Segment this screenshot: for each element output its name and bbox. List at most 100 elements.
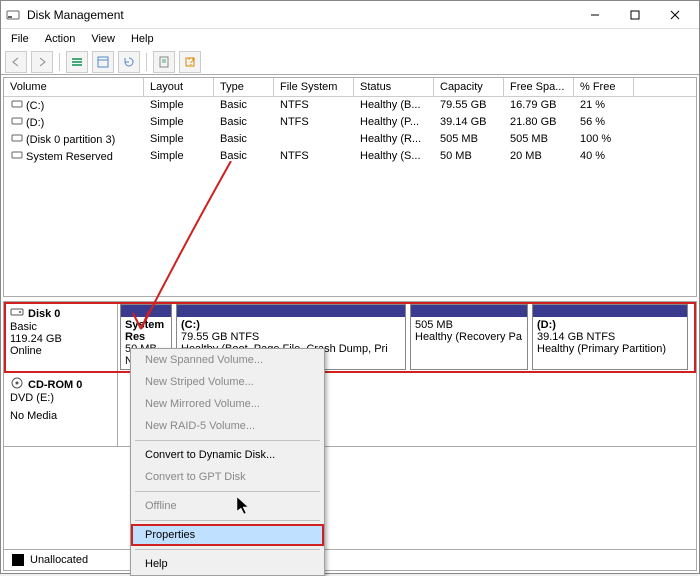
table-row[interactable]: (C:)SimpleBasicNTFSHealthy (B...79.55 GB…: [4, 97, 696, 114]
col-fs[interactable]: File System: [274, 78, 354, 96]
app-icon: [5, 7, 21, 23]
vol-layout: Simple: [144, 149, 214, 164]
ctx-offline[interactable]: Offline: [131, 495, 324, 517]
vol-fs: NTFS: [274, 115, 354, 130]
menu-view[interactable]: View: [83, 31, 123, 47]
vol-cap: 39.14 GB: [434, 115, 504, 130]
vol-free: 21.80 GB: [504, 115, 574, 130]
vol-layout: Simple: [144, 115, 214, 130]
ctx-separator: [135, 491, 320, 492]
view-list-button[interactable]: [66, 51, 88, 73]
disk-graphical-view: Disk 0 Basic 119.24 GB Online System Res…: [3, 301, 697, 571]
col-volume[interactable]: Volume: [4, 78, 144, 96]
vol-fs: NTFS: [274, 149, 354, 164]
col-layout[interactable]: Layout: [144, 78, 214, 96]
col-capacity[interactable]: Capacity: [434, 78, 504, 96]
menu-action[interactable]: Action: [37, 31, 84, 47]
partition-cap: [533, 305, 687, 317]
volume-icon: [10, 116, 24, 126]
vol-type: Basic: [214, 149, 274, 164]
context-menu: New Spanned Volume... New Striped Volume…: [130, 348, 325, 576]
legend-swatch-unallocated: [12, 554, 24, 566]
close-button[interactable]: [655, 1, 695, 29]
cdrom-row[interactable]: CD-ROM 0 DVD (E:) No Media: [4, 373, 696, 447]
ctx-new-raid5[interactable]: New RAID-5 Volume...: [131, 415, 324, 437]
vol-free: 20 MB: [504, 149, 574, 164]
svg-text:?: ?: [188, 56, 194, 68]
partition-cap: [121, 305, 171, 317]
column-headers: Volume Layout Type File System Status Ca…: [4, 78, 696, 97]
disk-management-window: Disk Management File Action View Help ? …: [0, 0, 700, 574]
ctx-new-mirrored[interactable]: New Mirrored Volume...: [131, 393, 324, 415]
vol-name: (C:): [26, 100, 44, 112]
vol-name: System Reserved: [26, 151, 113, 163]
disk-0-row[interactable]: Disk 0 Basic 119.24 GB Online System Res…: [4, 302, 696, 373]
maximize-button[interactable]: [615, 1, 655, 29]
partition[interactable]: (D:)39.14 GB NTFSHealthy (Primary Partit…: [532, 304, 688, 370]
partition-status: Healthy (Primary Partition): [537, 343, 683, 355]
vol-cap: 50 MB: [434, 149, 504, 164]
volume-list[interactable]: Volume Layout Type File System Status Ca…: [3, 77, 697, 297]
properties-button[interactable]: [153, 51, 175, 73]
menubar: File Action View Help: [1, 29, 699, 49]
table-row[interactable]: (Disk 0 partition 3) SimpleBasic Healthy (…: [4, 131, 696, 148]
vol-name: (D:): [26, 117, 44, 129]
vol-status: Healthy (B...: [354, 98, 434, 113]
view-detail-button[interactable]: [92, 51, 114, 73]
vol-pct: 100 %: [574, 132, 634, 147]
col-free[interactable]: Free Spa...: [504, 78, 574, 96]
cdrom-status: No Media: [10, 410, 111, 422]
legend-unallocated: Unallocated: [30, 554, 88, 566]
vol-type: Basic: [214, 98, 274, 113]
partition[interactable]: 505 MBHealthy (Recovery Pa: [410, 304, 528, 370]
minimize-button[interactable]: [575, 1, 615, 29]
disk-0-type: Basic: [10, 321, 111, 333]
vol-status: Healthy (R...: [354, 132, 434, 147]
help-button[interactable]: ?: [179, 51, 201, 73]
partition-name: (C:): [181, 319, 401, 331]
vol-free: 505 MB: [504, 132, 574, 147]
legend: Unallocated: [4, 549, 696, 570]
vol-layout: Simple: [144, 132, 214, 147]
col-pct[interactable]: % Free: [574, 78, 634, 96]
ctx-new-spanned[interactable]: New Spanned Volume...: [131, 349, 324, 371]
table-row[interactable]: System Reserved SimpleBasicNTFSHealthy (S…: [4, 148, 696, 165]
vol-pct: 40 %: [574, 149, 634, 164]
titlebar: Disk Management: [1, 1, 699, 29]
ctx-separator: [135, 549, 320, 550]
col-status[interactable]: Status: [354, 78, 434, 96]
ctx-convert-dynamic[interactable]: Convert to Dynamic Disk...: [131, 444, 324, 466]
cdrom-sub: DVD (E:): [10, 392, 111, 404]
ctx-separator: [135, 520, 320, 521]
ctx-properties[interactable]: Properties: [131, 524, 324, 546]
disk-0-status: Online: [10, 345, 111, 357]
vol-layout: Simple: [144, 98, 214, 113]
partition-size: 39.14 GB NTFS: [537, 331, 683, 343]
partition-size: 79.55 GB NTFS: [181, 331, 401, 343]
disk-0-info[interactable]: Disk 0 Basic 119.24 GB Online: [4, 302, 118, 372]
menu-help[interactable]: Help: [123, 31, 162, 47]
vol-pct: 56 %: [574, 115, 634, 130]
volume-icon: [10, 133, 24, 143]
ctx-convert-gpt[interactable]: Convert to GPT Disk: [131, 466, 324, 488]
ctx-help[interactable]: Help: [131, 553, 324, 575]
vol-status: Healthy (S...: [354, 149, 434, 164]
vol-free: 16.79 GB: [504, 98, 574, 113]
vol-type: Basic: [214, 132, 274, 147]
partition-status: Healthy (Recovery Pa: [415, 331, 523, 343]
ctx-new-striped[interactable]: New Striped Volume...: [131, 371, 324, 393]
disk-0-name: Disk 0: [28, 308, 60, 320]
window-title: Disk Management: [27, 8, 575, 22]
forward-button[interactable]: [31, 51, 53, 73]
col-type[interactable]: Type: [214, 78, 274, 96]
toolbar-separator: [59, 53, 60, 71]
table-row[interactable]: (D:)SimpleBasicNTFSHealthy (P...39.14 GB…: [4, 114, 696, 131]
cdrom-name: CD-ROM 0: [28, 379, 82, 391]
toolbar: ?: [1, 49, 699, 75]
cdrom-info[interactable]: CD-ROM 0 DVD (E:) No Media: [4, 373, 118, 446]
vol-name: (Disk 0 partition 3): [26, 134, 115, 146]
back-button[interactable]: [5, 51, 27, 73]
vol-fs: NTFS: [274, 98, 354, 113]
refresh-button[interactable]: [118, 51, 140, 73]
menu-file[interactable]: File: [3, 31, 37, 47]
